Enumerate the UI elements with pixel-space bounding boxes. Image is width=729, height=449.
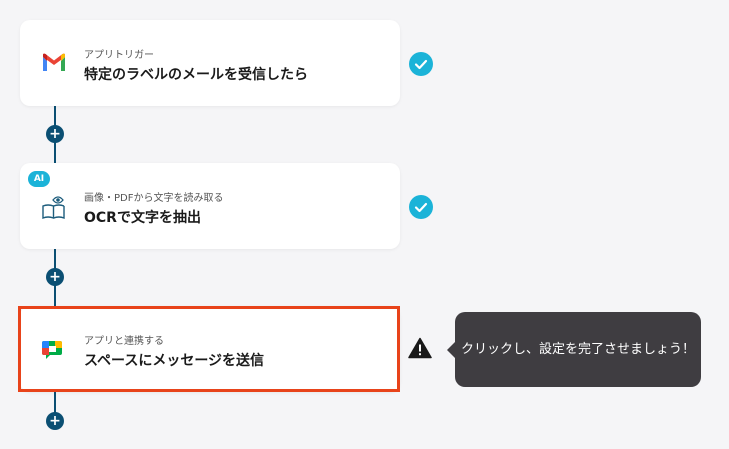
step-title: スペースにメッセージを送信 xyxy=(84,353,265,369)
step-type-label: 画像・PDFから文字を読み取る xyxy=(84,193,224,204)
step-title: 特定のラベルのメールを受信したら xyxy=(84,67,308,83)
ai-badge: AI xyxy=(28,171,50,187)
step-title: OCRで文字を抽出 xyxy=(84,210,201,226)
warning-icon xyxy=(408,337,432,359)
google-chat-icon xyxy=(40,337,68,361)
check-icon xyxy=(409,195,433,219)
tooltip-arrow xyxy=(447,342,455,358)
check-icon xyxy=(409,52,433,76)
add-step-button[interactable]: + xyxy=(46,268,64,286)
step-type-label: アプリと連携する xyxy=(84,336,164,347)
step-card-trigger[interactable]: アプリトリガー 特定のラベルのメールを受信したら xyxy=(20,20,400,106)
setup-tooltip: クリックし、設定を完了させましょう！ xyxy=(455,312,701,387)
step-card-chat[interactable]: アプリと連携する スペースにメッセージを送信 xyxy=(20,306,400,392)
book-eye-icon xyxy=(40,194,68,220)
step-card-ocr[interactable]: 画像・PDFから文字を読み取る OCRで文字を抽出 xyxy=(20,163,400,249)
step-type-label: アプリトリガー xyxy=(84,50,154,61)
gmail-icon xyxy=(40,51,68,75)
tooltip-text: クリックし、設定を完了させましょう！ xyxy=(460,342,695,357)
add-step-button[interactable]: + xyxy=(46,412,64,430)
add-step-button[interactable]: + xyxy=(46,125,64,143)
